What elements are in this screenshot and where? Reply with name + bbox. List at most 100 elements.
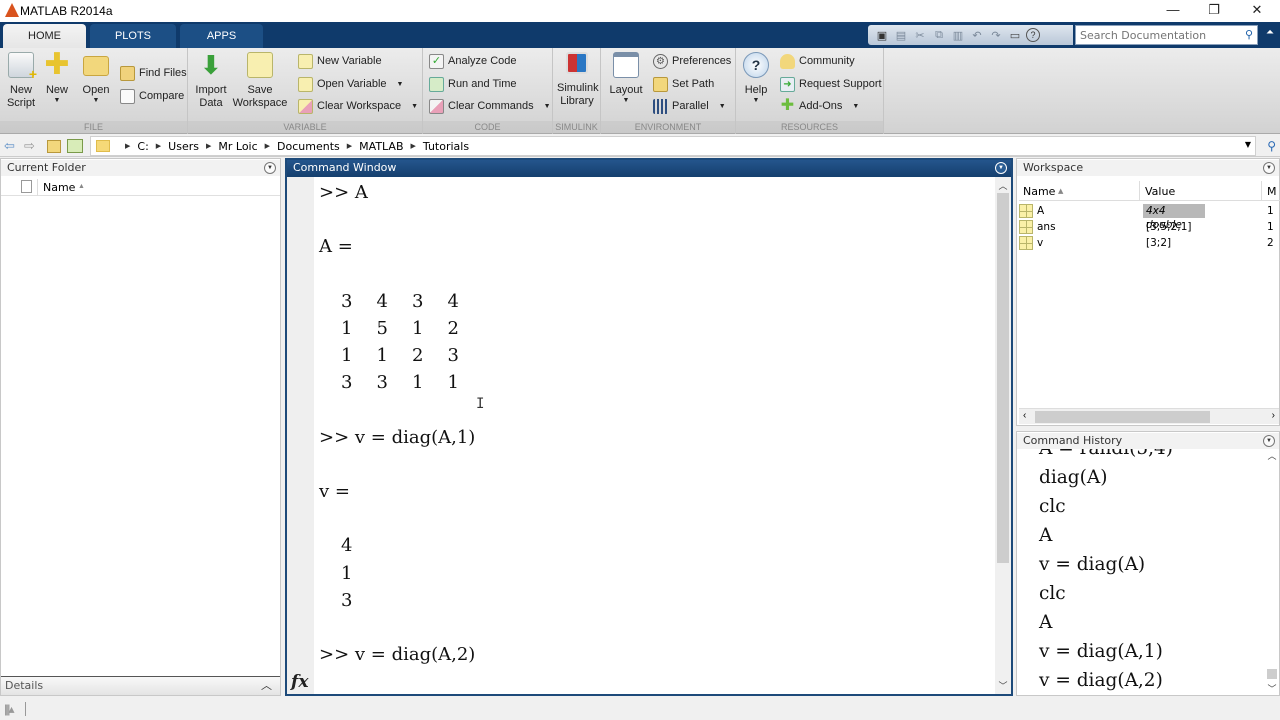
new-script-button[interactable]: + New Script [4, 52, 38, 110]
history-entry[interactable]: A [1039, 608, 1173, 637]
history-entry[interactable]: clc [1039, 492, 1173, 521]
preferences-button[interactable]: ⚙ Preferences [653, 52, 731, 70]
matrix-row: 1 1 2 3 [319, 342, 989, 369]
forward-icon[interactable]: ⇨ [24, 138, 35, 154]
scroll-left-icon[interactable]: ‹ [1023, 410, 1026, 421]
column-header-name[interactable]: Name [1023, 185, 1055, 198]
up-folder-icon[interactable] [47, 140, 61, 153]
parallel-status-icon[interactable]: ||||▴ [4, 702, 14, 716]
simulink-library-button[interactable]: Simulink Library [557, 52, 599, 108]
community-button[interactable]: Community [780, 52, 855, 70]
undo-icon[interactable]: ↶ [969, 27, 985, 43]
close-button[interactable]: ✕ [1234, 0, 1280, 22]
clear-commands-button[interactable]: Clear Commands ▼ [429, 97, 551, 115]
find-files-button[interactable]: Find Files [120, 64, 187, 82]
scrollbar-thumb[interactable] [1267, 669, 1277, 679]
workspace-variable-row[interactable]: v [3;2] 2 [1019, 235, 1280, 251]
history-scrollbar[interactable]: ︿ ﹀ [1265, 449, 1279, 695]
scrollbar-thumb[interactable] [997, 193, 1009, 563]
copy-icon[interactable]: ⧉ [931, 27, 947, 43]
path-field[interactable]: ▶ C: ▶ Users ▶ Mr Loic ▶ Documents ▶ MATLAB ▶… [90, 136, 1256, 156]
history-entry[interactable]: v = diag(A,1) [1039, 637, 1173, 666]
panel-menu-icon[interactable]: ▼ [1263, 162, 1275, 174]
clear-workspace-button[interactable]: Clear Workspace ▼ [298, 97, 418, 115]
analyze-code-button[interactable]: ✓ Analyze Code [429, 52, 517, 70]
scrollbar-thumb[interactable] [1035, 411, 1210, 423]
scroll-down-icon[interactable]: ﹀ [1265, 682, 1279, 695]
tab-plots[interactable]: PLOTS [90, 24, 176, 48]
cut-icon[interactable]: ✂ [912, 27, 928, 43]
path-segment[interactable]: C: [137, 140, 148, 153]
layout-button[interactable]: Layout ▼ [607, 52, 645, 105]
back-icon[interactable]: ⇦ [4, 138, 15, 154]
history-entry[interactable]: diag(A) [1039, 463, 1173, 492]
request-support-button[interactable]: ➜ Request Support [780, 75, 882, 93]
new-variable-button[interactable]: New Variable [298, 52, 382, 70]
run-and-time-button[interactable]: Run and Time [429, 75, 516, 93]
resources-group-label: RESOURCES [736, 121, 883, 133]
save-icon[interactable]: ▤ [893, 27, 909, 43]
save-workspace-button[interactable]: Save Workspace [232, 52, 288, 110]
open-button[interactable]: Open ▼ [80, 52, 112, 105]
command-history-panel: Command History ▼ A = randi(5,4)diag(A)c… [1016, 431, 1280, 696]
column-header-m[interactable]: M [1267, 185, 1277, 198]
chevron-up-icon[interactable]: ︿ [261, 677, 272, 695]
simulink-group-label: SIMULINK [553, 121, 600, 133]
path-segment[interactable]: Users [168, 140, 199, 153]
command-output[interactable]: >> AA = 3 4 3 4 1 5 1 2 1 1 2 3 3 3 1 1 >> v = diag(A,1) v… [319, 179, 989, 668]
details-panel[interactable]: Details ︿ [1, 676, 280, 695]
chevron-down-icon: ▼ [852, 102, 860, 110]
history-entry[interactable]: v = diag(A) [1039, 550, 1173, 579]
panel-menu-icon[interactable]: ▼ [995, 162, 1007, 174]
new-shortcut-icon[interactable]: ▣ [874, 27, 890, 43]
parallel-button[interactable]: Parallel ▼ [653, 97, 726, 115]
set-path-button[interactable]: Set Path [653, 75, 714, 93]
matrix-value: 1 [341, 317, 353, 339]
help-icon[interactable]: ? [1026, 28, 1040, 42]
details-label: Details [5, 679, 44, 692]
panel-menu-icon[interactable]: ▼ [1263, 435, 1275, 447]
restore-button[interactable]: ❐ [1191, 0, 1237, 22]
tab-apps[interactable]: APPS [180, 24, 263, 48]
scroll-down-icon[interactable]: ﹀ [995, 679, 1011, 692]
search-icon[interactable]: ⚲ [1245, 28, 1253, 41]
panel-title: Command Window [287, 160, 1011, 177]
minimize-button[interactable]: — [1150, 0, 1196, 22]
scroll-up-icon[interactable]: ︿ [995, 179, 1011, 192]
scroll-up-icon[interactable]: ︿ [1265, 449, 1279, 462]
redo-icon[interactable]: ↷ [988, 27, 1004, 43]
compare-button[interactable]: Compare [120, 87, 184, 105]
command-line: >> v = diag(A,1) [319, 426, 476, 448]
column-header-name[interactable]: Name [43, 181, 75, 194]
import-data-button[interactable]: ⬇ Import Data [194, 52, 228, 110]
collapse-ribbon-icon[interactable]: ⏶ [1262, 27, 1278, 43]
panel-menu-icon[interactable]: ▼ [264, 162, 276, 174]
path-segment[interactable]: MATLAB [359, 140, 403, 153]
browse-folder-icon[interactable] [67, 139, 83, 153]
scroll-right-icon[interactable]: › [1272, 410, 1275, 421]
workspace-variable-row[interactable]: A 4x4 double 1 [1019, 203, 1280, 231]
search-folder-icon[interactable]: ⚲ [1267, 139, 1276, 153]
tab-home[interactable]: HOME [3, 24, 86, 48]
column-header-value[interactable]: Value [1145, 185, 1175, 198]
chevron-down-icon[interactable]: ▼ [1245, 140, 1251, 149]
switch-windows-icon[interactable]: ▭ [1007, 27, 1023, 43]
command-window-scrollbar[interactable]: ︿ ﹀ [995, 177, 1011, 694]
add-ons-button[interactable]: ✚ Add-Ons ▼ [780, 97, 860, 115]
history-entry[interactable]: clc [1039, 579, 1173, 608]
workspace-variable-row[interactable]: ans [3;5;2;1] 1 [1019, 219, 1280, 235]
paste-icon[interactable]: ▥ [950, 27, 966, 43]
documentation-search-input[interactable] [1076, 26, 1236, 44]
path-segment[interactable]: Tutorials [423, 140, 469, 153]
history-entry[interactable]: A [1039, 521, 1173, 550]
workspace-horizontal-scrollbar[interactable]: ‹ › [1019, 408, 1279, 424]
new-button[interactable]: ✚ New ▼ [42, 50, 72, 105]
open-variable-button[interactable]: Open Variable ▼ [298, 75, 403, 93]
help-button[interactable]: ? Help ▼ [742, 52, 770, 105]
history-entry[interactable]: v = diag(A,2) [1039, 666, 1173, 695]
path-segment[interactable]: Documents [277, 140, 340, 153]
path-segment[interactable]: Mr Loic [218, 140, 257, 153]
matrix-value: 2 [447, 317, 459, 339]
function-browser-icon[interactable]: fx [291, 672, 308, 692]
